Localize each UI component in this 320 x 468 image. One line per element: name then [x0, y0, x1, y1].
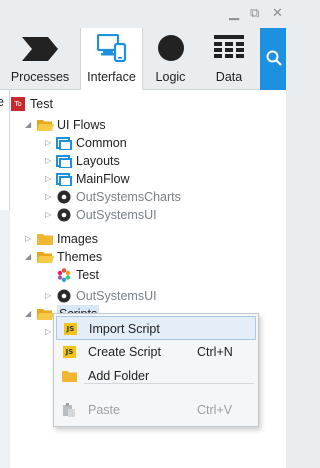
menu-item-label: Create Script [88, 345, 161, 359]
theme-icon [57, 268, 71, 282]
expanded-arrow-icon: ◢ [25, 120, 32, 129]
menu-item-shortcut: Ctrl+N [197, 345, 233, 359]
tree-item-label: OutSystemsUI [76, 289, 157, 303]
module-icon: To [11, 97, 25, 111]
title-bar: ▁ ⧉ ✕ [0, 0, 286, 28]
tab-label: Data [215, 70, 243, 84]
processes-icon [22, 37, 58, 61]
collapsed-arrow-icon: ▷ [45, 138, 52, 147]
menu-item-label: Paste [88, 403, 120, 417]
menu-separator [84, 383, 254, 384]
tree-item-outsystemscharts[interactable]: ▷ OutSystemsCharts [10, 188, 280, 206]
reference-module-icon [57, 289, 71, 303]
tree-root[interactable]: To Test [10, 95, 280, 113]
left-panel-label: ee [0, 95, 4, 109]
menu-item-import-script[interactable]: JS Import Script [56, 316, 256, 340]
tree-item-label: Test [76, 268, 99, 282]
folder-open-icon [37, 252, 54, 263]
collapsed-arrow-icon: ▷ [45, 174, 52, 183]
tree-item-label: Common [76, 136, 127, 150]
folder-icon [37, 234, 53, 245]
main-toolbar: Processes Interface Logic Data [0, 28, 286, 90]
expanded-arrow-icon: ◢ [25, 309, 32, 318]
menu-item-label: Import Script [89, 322, 160, 336]
tree-item-themes[interactable]: ◢ Themes [10, 248, 280, 266]
tree-item-label: OutSystemsCharts [76, 190, 181, 204]
menu-item-create-script[interactable]: JS Create Script Ctrl+N [56, 340, 256, 364]
paste-icon [63, 403, 75, 417]
collapsed-arrow-icon: ▷ [45, 291, 52, 300]
data-icon [214, 35, 244, 58]
tree-item-label: Layouts [76, 154, 120, 168]
tree-item-common[interactable]: ▷ Common [10, 134, 280, 152]
search-button[interactable] [260, 28, 286, 90]
interface-icon [97, 34, 127, 62]
restore-button[interactable]: ⧉ [250, 6, 259, 21]
tree-item-outsystemsui-flow[interactable]: ▷ OutSystemsUI [10, 206, 280, 224]
tab-processes[interactable]: Processes [0, 28, 80, 90]
tree-item-mainflow[interactable]: ▷ MainFlow [10, 170, 280, 188]
close-button[interactable]: ✕ [272, 6, 283, 21]
reference-module-icon [57, 208, 71, 222]
reference-module-icon [57, 190, 71, 204]
collapsed-arrow-icon: ▷ [45, 156, 52, 165]
tab-interface[interactable]: Interface [80, 28, 143, 90]
logic-icon [158, 35, 184, 61]
folder-icon [62, 371, 77, 382]
menu-item-paste[interactable]: Paste Ctrl+V [56, 398, 256, 422]
tab-label: Logic [155, 70, 186, 84]
collapsed-arrow-icon: ▷ [45, 327, 52, 336]
js-icon: JS [63, 346, 76, 358]
collapsed-arrow-icon: ▷ [25, 234, 32, 243]
left-panel-body [0, 210, 10, 468]
tree-item-label: OutSystemsUI [76, 208, 157, 222]
menu-item-add-folder[interactable]: Add Folder [56, 364, 256, 388]
tab-label: Interface [87, 70, 136, 84]
folder-open-icon [37, 309, 54, 320]
collapsed-arrow-icon: ▷ [45, 192, 52, 201]
search-icon [266, 50, 282, 66]
collapsed-arrow-icon: ▷ [45, 210, 52, 219]
tree-item-label: UI Flows [57, 118, 106, 132]
js-icon: JS [64, 323, 77, 335]
tab-data[interactable]: Data [198, 28, 260, 90]
tree-item-ui-flows[interactable]: ◢ UI Flows [10, 116, 280, 134]
menu-item-shortcut: Ctrl+V [197, 403, 233, 417]
tree-item-images[interactable]: ▷ Images [10, 230, 280, 248]
tree-item-outsystemsui-theme[interactable]: ▷ OutSystemsUI [10, 287, 280, 305]
left-panel: ee [0, 90, 10, 468]
tab-logic[interactable]: Logic [143, 28, 198, 90]
tree-root-label: Test [30, 97, 53, 111]
menu-item-label: Add Folder [88, 369, 150, 383]
tree-item-label: MainFlow [76, 172, 130, 186]
ui-flow-icon [56, 173, 72, 186]
context-menu: JS Import Script JS Create Script Ctrl+N… [53, 313, 259, 427]
minimize-button[interactable]: ▁ [229, 6, 239, 21]
tree-item-label: Images [57, 232, 98, 246]
tree-item-theme-test[interactable]: Test [10, 266, 280, 284]
expanded-arrow-icon: ◢ [25, 252, 32, 261]
tree-item-label: Themes [57, 250, 103, 264]
ui-flow-icon [56, 155, 72, 168]
ui-flow-icon [56, 137, 72, 150]
tree-item-scripts-child[interactable]: ▷ [10, 323, 52, 341]
folder-open-icon [37, 120, 54, 131]
tab-label: Processes [10, 70, 70, 84]
tree-item-layouts[interactable]: ▷ Layouts [10, 152, 280, 170]
